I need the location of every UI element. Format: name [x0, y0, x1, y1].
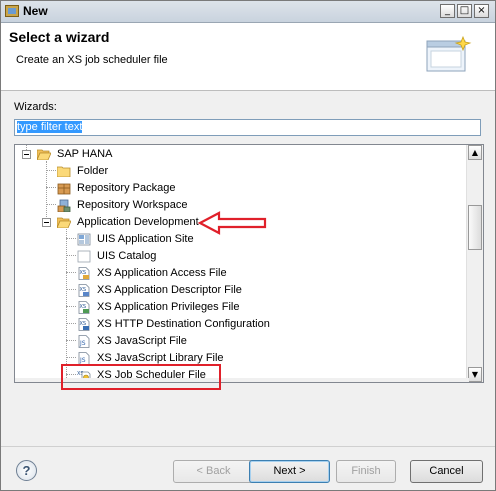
tree-item-xs-application-access-file[interactable]: XS XS Application Access File: [15, 265, 465, 282]
footer-separator: [1, 446, 495, 447]
tree-item-label: UIS Catalog: [97, 250, 157, 262]
js-file-icon: JS: [78, 335, 90, 348]
back-button[interactable]: < Back: [173, 460, 254, 483]
tree-item-label: XS Application Descriptor File: [97, 284, 242, 296]
tree-item-label: Repository Package: [77, 182, 176, 194]
tree-item-uis-catalog[interactable]: UIS Catalog: [15, 248, 465, 265]
finish-button[interactable]: Finish: [336, 460, 396, 483]
svg-text:JS: JS: [79, 357, 86, 364]
window-icon: [5, 5, 19, 17]
tree-item-xs-application-descriptor-file[interactable]: XS XS Application Descriptor File: [15, 282, 465, 299]
cancel-button[interactable]: Cancel: [410, 460, 483, 483]
tree-item-label: XS HTTP Destination Configuration: [97, 318, 270, 330]
annotation-arrow-icon: [197, 211, 267, 235]
window-title: New: [23, 4, 48, 18]
xs-file-icon: XS: [78, 318, 90, 331]
tree-item-repository-package[interactable]: Repository Package: [15, 180, 465, 197]
tree-vertical-scrollbar[interactable]: ▲ ▼: [466, 145, 483, 382]
annotation-arrow-shape: [197, 211, 267, 235]
xs-file-icon: XS: [78, 301, 90, 314]
minimize-button[interactable]: _: [440, 4, 455, 18]
tree-item-xs-application-privileges-file[interactable]: XS XS Application Privileges File: [15, 299, 465, 316]
collapse-toggle[interactable]: [22, 150, 31, 159]
wizard-filter-input[interactable]: type filter text: [14, 119, 481, 136]
tree-item-label: Application Development: [77, 216, 199, 228]
wizard-tree[interactable]: SAP HANA Folder Repository Package Repos…: [14, 144, 484, 383]
xs-file-icon: XS: [78, 267, 90, 280]
annotation-highlight-box: [61, 364, 221, 390]
tree-item-label: XS Application Access File: [97, 267, 227, 279]
filter-text: type filter text: [17, 121, 83, 133]
scroll-up-button[interactable]: ▲: [468, 145, 482, 160]
scroll-thumb[interactable]: [468, 205, 482, 250]
folder-open-icon: [37, 149, 51, 160]
tree-item-label: Repository Workspace: [77, 199, 188, 211]
tree-item-label: XS Application Privileges File: [97, 301, 240, 313]
tree-item-sap-hana[interactable]: SAP HANA: [15, 146, 465, 163]
tree-item-xs-http-destination-configuration[interactable]: XS XS HTTP Destination Configuration: [15, 316, 465, 333]
next-button[interactable]: Next >: [249, 460, 330, 483]
svg-text:JS: JS: [79, 340, 86, 347]
workspace-icon: [57, 199, 71, 212]
uis-catalog-icon: [77, 250, 91, 263]
scroll-down-button[interactable]: ▼: [468, 367, 482, 382]
tree-item-label: Folder: [77, 165, 109, 177]
wizards-label: Wizards:: [14, 101, 57, 113]
collapse-toggle[interactable]: [42, 218, 51, 227]
title-bar: New _ □ ×: [1, 1, 495, 23]
banner-description: Create an XS job scheduler file: [16, 54, 168, 66]
banner-title: Select a wizard: [9, 29, 110, 45]
new-wizard-dialog: New _ □ × Select a wizard Create an XS j…: [0, 0, 496, 491]
xs-file-icon: XS: [78, 284, 90, 297]
wizard-banner: Select a wizard Create an XS job schedul…: [1, 23, 495, 91]
close-button[interactable]: ×: [474, 4, 489, 18]
tree-item-label: XS JavaScript File: [97, 335, 187, 347]
folder-open-icon: [57, 217, 71, 228]
tree-item-folder[interactable]: Folder: [15, 163, 465, 180]
maximize-button[interactable]: □: [457, 4, 472, 18]
wizard-banner-icon: [426, 35, 472, 72]
tree-item-label: SAP HANA: [57, 148, 113, 160]
tree-item-xs-javascript-file[interactable]: JS XS JavaScript File: [15, 333, 465, 350]
package-icon: [57, 183, 71, 195]
folder-icon: [57, 166, 71, 177]
help-button[interactable]: ?: [16, 460, 37, 481]
uis-site-icon: [77, 233, 91, 246]
tree-item-label: UIS Application Site: [97, 233, 194, 245]
